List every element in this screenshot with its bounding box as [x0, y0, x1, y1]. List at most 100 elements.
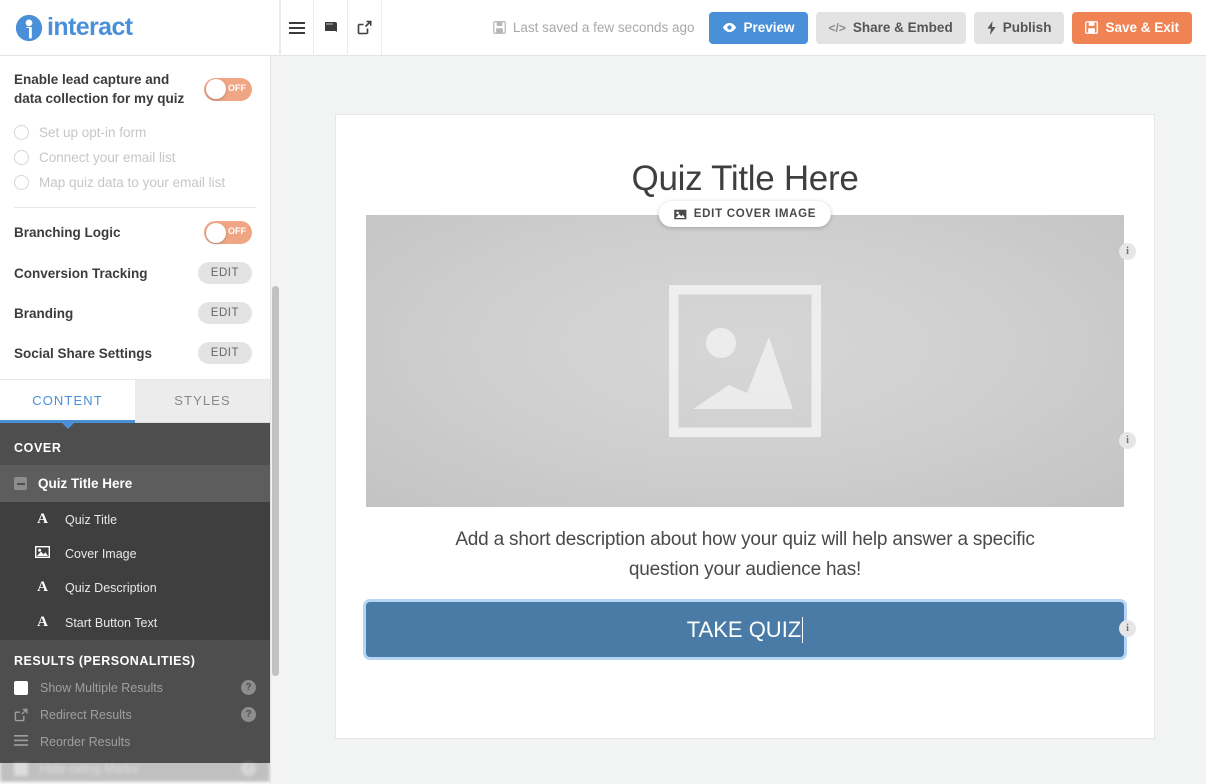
lightning-bolt-icon: [987, 20, 996, 35]
tool-icon-group: [280, 0, 382, 56]
save-status-text: Last saved a few seconds ago: [512, 20, 695, 35]
sidebar-divider: [14, 207, 256, 208]
external-link-icon: [14, 708, 28, 722]
lead-capture-row: Enable lead capture and data collection …: [0, 56, 270, 120]
sidebar-tabs: CONTENT STYLES: [0, 379, 270, 423]
branching-logic-toggle-state: OFF: [228, 226, 246, 236]
lead-capture-toggle[interactable]: OFF: [204, 77, 252, 101]
quiz-title[interactable]: Quiz Title Here: [336, 115, 1154, 199]
save-exit-button[interactable]: Save & Exit: [1072, 11, 1192, 44]
radio-circle-icon: [14, 175, 29, 190]
tree-section-results: RESULTS (PERSONALITIES): [0, 640, 270, 674]
help-icon[interactable]: ?: [241, 707, 256, 722]
info-badge-cover-image[interactable]: i: [1119, 432, 1136, 449]
tree-item-quiz-description[interactable]: A Quiz Description: [0, 570, 270, 605]
eye-icon: [14, 761, 28, 776]
tree-item-quiz-title-here[interactable]: Quiz Title Here: [0, 465, 270, 502]
start-quiz-button-label: TAKE QUIZ: [686, 616, 802, 642]
setting-row-conversion-tracking: Conversion Tracking EDIT: [0, 253, 270, 293]
info-badge-title[interactable]: i: [1119, 243, 1136, 260]
book-glyph: [324, 21, 337, 33]
share-embed-button[interactable]: </> Share & Embed: [815, 11, 966, 44]
sidebar-scrollbar-thumb[interactable]: [272, 286, 279, 676]
save-exit-button-label: Save & Exit: [1105, 20, 1179, 35]
preview-button-label: Preview: [743, 20, 795, 35]
text-icon: A: [37, 511, 48, 527]
sidebar-substep-optin[interactable]: Set up opt-in form: [0, 120, 270, 145]
publish-button-label: Publish: [1002, 20, 1052, 35]
book-icon[interactable]: [314, 0, 348, 56]
lead-capture-toggle-state: OFF: [228, 82, 246, 93]
radio-circle-icon: [14, 150, 29, 165]
results-row-show-multiple[interactable]: Show Multiple Results ?: [0, 674, 270, 701]
setting-label: Conversion Tracking: [14, 265, 148, 281]
hamburger-menu-icon[interactable]: [280, 0, 314, 56]
edit-cover-image-button[interactable]: EDIT COVER IMAGE: [658, 201, 832, 227]
preview-button[interactable]: Preview: [708, 11, 808, 44]
tree-child-label: Quiz Title: [65, 512, 118, 527]
setting-label: Social Share Settings: [14, 345, 153, 361]
brand-name: interact: [47, 13, 133, 41]
setting-label: Branding: [14, 305, 74, 321]
tree-child-label: Cover Image: [65, 546, 137, 561]
results-row-redirect[interactable]: Redirect Results ?: [0, 701, 270, 728]
quiz-cover-card: Quiz Title Here EDIT COVER IMAGE Add a s…: [335, 114, 1155, 739]
tree-item-quiz-title[interactable]: A Quiz Title: [0, 502, 270, 537]
collapse-box-icon[interactable]: [14, 477, 27, 490]
tab-styles[interactable]: STYLES: [135, 380, 270, 423]
publish-button[interactable]: Publish: [973, 11, 1065, 44]
eye-icon: [722, 22, 736, 33]
info-badge-description[interactable]: i: [1119, 620, 1136, 637]
results-row-label: Show Multiple Results: [40, 680, 163, 695]
toggle-knob: [205, 79, 226, 99]
edit-cover-image-label: EDIT COVER IMAGE: [693, 208, 817, 220]
branching-logic-toggle[interactable]: OFF: [204, 221, 252, 244]
tree-section-cover: COVER: [14, 441, 62, 455]
cover-image[interactable]: [366, 215, 1124, 507]
substep-label: Connect your email list: [39, 150, 176, 165]
tree-child-label: Start Button Text: [65, 615, 158, 630]
setting-row-branding: Branding EDIT: [0, 293, 270, 333]
results-row-hide-rating-marks[interactable]: Hide rating Marks ?: [0, 755, 270, 782]
results-row-reorder[interactable]: Reorder Results: [0, 728, 270, 755]
start-quiz-button[interactable]: TAKE QUIZ: [366, 602, 1124, 657]
results-row-label: Redirect Results: [40, 707, 132, 722]
edit-branding-button[interactable]: EDIT: [197, 302, 252, 324]
sidebar-substep-email-list[interactable]: Connect your email list: [0, 145, 270, 170]
lead-capture-label: Enable lead capture and data collection …: [14, 72, 185, 106]
sidebar-substep-map-data[interactable]: Map quiz data to your email list: [0, 170, 270, 195]
edit-conversion-tracking-button[interactable]: EDIT: [197, 262, 252, 284]
text-icon: A: [37, 579, 48, 595]
content-tree: COVER Quiz Title Here A Quiz Title Cover…: [0, 423, 270, 782]
setting-row-social-share: Social Share Settings EDIT: [0, 333, 270, 373]
image-icon: [34, 545, 51, 561]
external-link-glyph: [357, 20, 372, 35]
results-row-label: Reorder Results: [40, 734, 131, 749]
brand-logo[interactable]: interact: [0, 0, 280, 56]
quiz-description[interactable]: Add a short description about how your q…: [336, 507, 1154, 585]
tab-content[interactable]: CONTENT: [0, 380, 135, 423]
settings-sidebar: Enable lead capture and data collection …: [0, 56, 271, 784]
radio-circle-icon: [14, 125, 29, 140]
image-placeholder-icon: [669, 285, 821, 437]
tree-item-start-button-text[interactable]: A Start Button Text: [0, 605, 270, 640]
floppy-disk-icon: [1085, 21, 1099, 34]
substep-label: Set up opt-in form: [39, 125, 147, 140]
checkbox-icon[interactable]: [14, 680, 28, 695]
reorder-icon: [14, 734, 28, 749]
external-link-icon[interactable]: [348, 0, 382, 56]
text-icon: A: [37, 614, 48, 630]
top-toolbar: interact Last saved a few seconds ago Pr…: [0, 0, 1206, 56]
share-embed-button-label: Share & Embed: [852, 20, 953, 35]
setting-label: Branching Logic: [14, 225, 121, 240]
edit-social-share-button[interactable]: EDIT: [197, 342, 252, 364]
setting-row-branching-logic: Branching Logic OFF: [0, 212, 270, 253]
toggle-knob: [205, 222, 226, 243]
help-icon[interactable]: ?: [241, 761, 256, 776]
substep-label: Map quiz data to your email list: [39, 175, 226, 190]
help-icon[interactable]: ?: [241, 680, 256, 695]
tree-parent-label: Quiz Title Here: [38, 476, 133, 491]
interact-logo-icon: [15, 14, 43, 41]
tree-item-cover-image[interactable]: Cover Image: [0, 537, 270, 570]
tree-child-label: Quiz Description: [65, 580, 157, 595]
